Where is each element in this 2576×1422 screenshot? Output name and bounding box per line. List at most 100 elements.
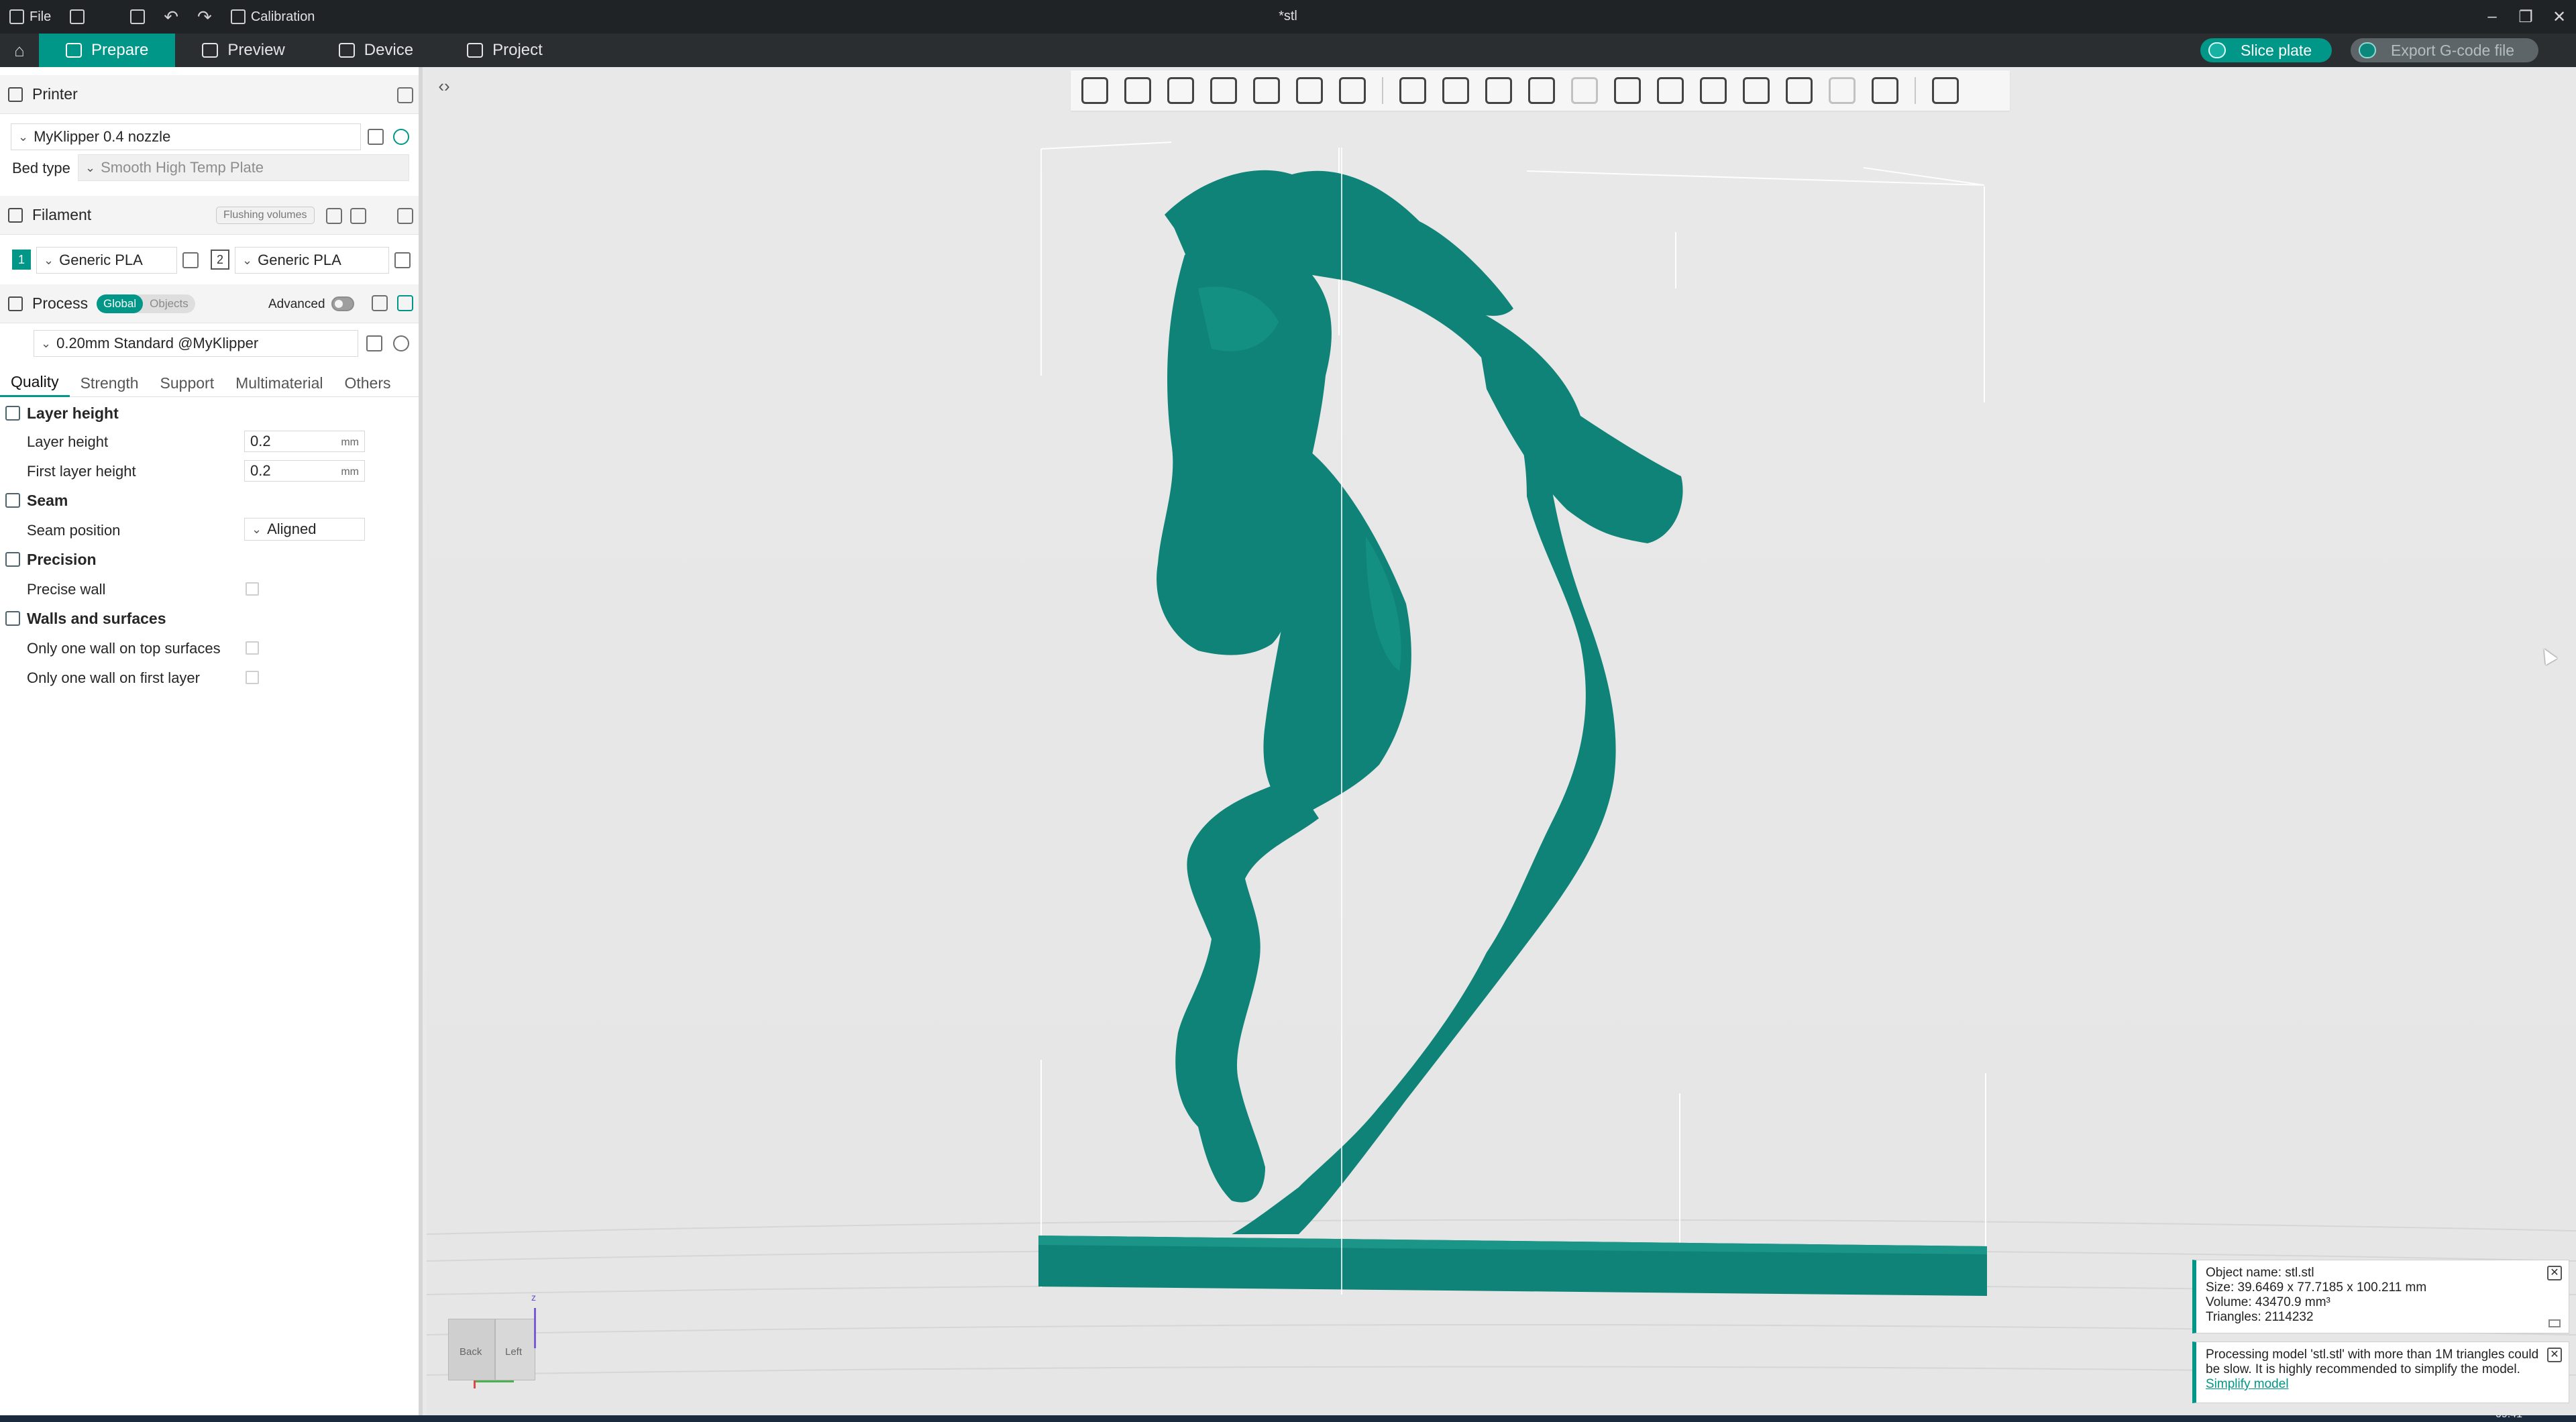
main-tab-bar: ⌂ Prepare Preview Device Project — [0, 34, 2576, 67]
layer-height-label: Layer height — [27, 433, 109, 450]
tab-device[interactable]: Device — [312, 34, 440, 67]
calibration-icon — [230, 9, 246, 24]
advanced-label: Advanced — [268, 297, 325, 311]
export-gcode-label: Export G-code file — [2391, 41, 2515, 59]
window-controls: – ❐ ✕ — [2475, 0, 2576, 34]
process-list-icon[interactable] — [372, 295, 388, 311]
prepare-icon — [66, 43, 82, 58]
seam-group-title: Seam — [27, 491, 68, 509]
scope-global[interactable]: Global — [97, 294, 144, 313]
layer-height-input[interactable]: 0.2 mm — [244, 431, 365, 452]
printer-section-header: Printer — [0, 75, 419, 114]
printer-settings-icon[interactable] — [397, 87, 413, 103]
printer-edit-icon[interactable] — [368, 129, 384, 145]
chevron-down-icon: ⌄ — [41, 336, 52, 350]
scene-canvas — [427, 142, 2576, 1376]
chevron-down-icon: ⌄ — [18, 129, 29, 144]
tab-project[interactable]: Project — [440, 34, 570, 67]
process-section-header: Process — [0, 284, 419, 323]
tab-quality[interactable]: Quality — [0, 369, 70, 397]
first-layer-height-unit: mm — [341, 466, 359, 478]
redo-button[interactable]: ↷ — [188, 0, 221, 34]
close-icon[interactable]: ✕ — [2547, 1266, 2562, 1280]
filament-1-edit-icon[interactable] — [182, 252, 199, 268]
process-scope-toggle[interactable]: Global Objects — [97, 294, 195, 313]
remove-filament-icon[interactable] — [326, 208, 342, 224]
seam-icon — [5, 493, 20, 508]
one-wall-first-checkbox[interactable] — [246, 671, 259, 684]
settings-sidebar: Printer ⌄ MyKlipper 0.4 nozzle Bed type … — [0, 67, 423, 1415]
add-filament-icon[interactable] — [350, 208, 366, 224]
wifi-icon[interactable] — [393, 129, 409, 145]
walls-icon — [5, 611, 20, 626]
view-cube-back-label: Back — [460, 1346, 482, 1358]
minimize-button[interactable]: – — [2475, 0, 2509, 34]
flushing-volumes-button[interactable]: Flushing volumes — [216, 207, 315, 224]
filament-slot-2-select[interactable]: ⌄ Generic PLA — [235, 247, 389, 274]
os-taskbar: 09:41 — [0, 1409, 2576, 1422]
view-cube-left-face[interactable]: Left — [495, 1319, 535, 1380]
export-gcode-button[interactable]: Export G-code file — [2351, 38, 2538, 62]
bed-type-label: Bed type — [12, 160, 70, 176]
save-icon — [130, 9, 146, 24]
first-layer-height-label: First layer height — [27, 463, 136, 480]
seam-position-row: Seam position ⌄ Aligned — [0, 516, 419, 543]
filament-settings-icon[interactable] — [397, 208, 413, 224]
layer-height-unit: mm — [341, 437, 359, 448]
3d-viewport[interactable]: ‹› Back Left z — [427, 67, 2576, 1415]
home-button[interactable]: ⌂ — [0, 34, 39, 67]
precise-wall-checkbox[interactable] — [246, 582, 259, 596]
bed-type-select[interactable]: ⌄ Smooth High Temp Plate — [78, 154, 409, 181]
toolbar-list-button[interactable] — [60, 0, 94, 34]
tab-multimaterial[interactable]: Multimaterial — [225, 369, 333, 397]
restore-button[interactable]: ❐ — [2509, 0, 2542, 34]
slice-plate-button[interactable]: Slice plate — [2200, 38, 2332, 62]
undo-button[interactable]: ↶ — [154, 0, 188, 34]
view-cube-back-face[interactable]: Back — [448, 1319, 495, 1380]
save-profile-icon[interactable] — [366, 335, 382, 351]
filament-slot-2-number: 2 — [211, 250, 229, 270]
file-menu[interactable]: File — [0, 0, 60, 34]
tab-preview[interactable]: Preview — [175, 34, 311, 67]
object-name-text: Object name: stl.stl — [2206, 1266, 2314, 1280]
tab-prepare[interactable]: Prepare — [39, 34, 176, 67]
calibration-menu[interactable]: Calibration — [221, 0, 325, 34]
precise-wall-label: Precise wall — [27, 581, 106, 598]
advanced-toggle[interactable] — [331, 296, 354, 311]
process-compare-icon[interactable] — [397, 295, 413, 311]
search-icon[interactable] — [393, 335, 409, 351]
home-icon: ⌂ — [14, 40, 25, 60]
first-layer-height-row: First layer height 0.2 mm — [0, 457, 419, 484]
process-subtabs: Quality Strength Support Multimaterial O… — [0, 369, 419, 397]
slice-dropdown-icon — [2208, 42, 2226, 58]
walls-group-title: Walls and surfaces — [27, 609, 166, 627]
one-wall-top-label: Only one wall on top surfaces — [27, 640, 221, 657]
tab-strength[interactable]: Strength — [70, 369, 150, 397]
close-window-button[interactable]: ✕ — [2542, 0, 2576, 34]
y-axis-icon — [474, 1380, 514, 1382]
tab-others[interactable]: Others — [333, 369, 401, 397]
printer-select[interactable]: ⌄ MyKlipper 0.4 nozzle — [11, 123, 361, 150]
tab-support[interactable]: Support — [150, 369, 225, 397]
filament-slot-1-select[interactable]: ⌄ Generic PLA — [36, 247, 177, 274]
seam-position-select[interactable]: ⌄ Aligned — [244, 518, 365, 541]
filament-2-edit-icon[interactable] — [394, 252, 411, 268]
filament-section-title: Filament — [32, 206, 92, 223]
close-icon[interactable]: ✕ — [2547, 1348, 2562, 1362]
simplify-model-link[interactable]: Simplify model — [2206, 1377, 2289, 1391]
list-icon — [70, 9, 85, 24]
one-wall-top-checkbox[interactable] — [246, 641, 259, 655]
save-button[interactable] — [121, 0, 154, 34]
export-dropdown-icon — [2359, 42, 2376, 58]
minimize-panel-icon[interactable] — [2548, 1319, 2561, 1327]
redo-icon: ↷ — [197, 7, 212, 27]
scope-objects[interactable]: Objects — [143, 294, 195, 313]
chevron-down-icon: ⌄ — [252, 522, 262, 536]
view-cube[interactable]: Back Left z — [447, 1292, 541, 1388]
process-profile-name: 0.20mm Standard @MyKlipper — [56, 335, 259, 351]
precise-wall-row: Precise wall — [0, 576, 419, 602]
z-axis-icon — [534, 1308, 536, 1348]
process-profile-select[interactable]: ⌄ 0.20mm Standard @MyKlipper — [34, 330, 358, 357]
tab-project-label: Project — [492, 41, 543, 59]
first-layer-height-input[interactable]: 0.2 mm — [244, 460, 365, 482]
